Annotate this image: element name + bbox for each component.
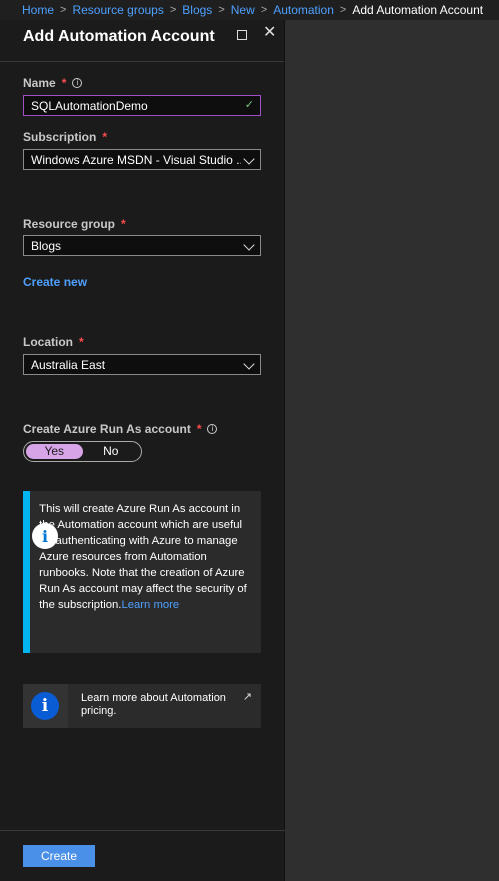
- location-label: Location *: [23, 335, 84, 349]
- required-mark: *: [79, 335, 84, 349]
- breadcrumb-home[interactable]: Home: [22, 3, 54, 17]
- breadcrumb-automation[interactable]: Automation: [273, 3, 334, 17]
- name-input[interactable]: SQLAutomationDemo ✓: [23, 95, 261, 116]
- pricing-strip: i: [23, 684, 68, 728]
- info-text: This will create Azure Run As account in…: [39, 503, 247, 611]
- subscription-label: Subscription *: [23, 130, 108, 144]
- run-as-toggle: Yes No: [23, 441, 142, 462]
- chevron-right-icon: >: [60, 4, 67, 16]
- resource-group-value: Blogs: [31, 239, 62, 253]
- external-link-icon: ↗: [242, 691, 252, 703]
- learn-more-link[interactable]: Learn more: [121, 599, 179, 611]
- info-icon: i: [32, 523, 58, 549]
- required-mark: *: [121, 217, 126, 231]
- add-automation-account-blade: Add Automation Account ✕ Name * i SQLAut…: [0, 20, 285, 881]
- blade-header: Add Automation Account ✕: [0, 20, 284, 62]
- breadcrumb-new[interactable]: New: [231, 3, 255, 17]
- required-mark: *: [61, 76, 67, 90]
- blade-footer: Create: [0, 830, 285, 881]
- chevron-down-icon: [243, 239, 255, 251]
- chevron-right-icon: >: [218, 4, 225, 16]
- required-mark: *: [196, 422, 202, 436]
- breadcrumb: Home > Resource groups > Blogs > New > A…: [0, 0, 499, 20]
- chevron-right-icon: >: [260, 4, 268, 16]
- location-dropdown[interactable]: Australia East: [23, 354, 261, 375]
- location-value: Australia East: [31, 358, 106, 372]
- breadcrumb-current: Add Automation Account: [352, 3, 484, 17]
- name-input-value: SQLAutomationDemo: [31, 99, 148, 113]
- info-icon[interactable]: i: [207, 424, 218, 434]
- create-new-link[interactable]: Create new: [23, 275, 87, 289]
- chevron-right-icon: >: [339, 4, 347, 16]
- required-mark: *: [102, 130, 108, 144]
- blade-title: Add Automation Account: [23, 28, 215, 45]
- subscription-value: Windows Azure MSDN - Visual Studio ...: [31, 153, 241, 167]
- subscription-dropdown[interactable]: Windows Azure MSDN - Visual Studio ...: [23, 149, 261, 170]
- check-icon: ✓: [244, 99, 254, 111]
- info-strip: i: [23, 491, 58, 653]
- run-as-info-box: i This will create Azure Run As account …: [23, 491, 261, 653]
- name-label: Name * i: [23, 76, 83, 90]
- chevron-down-icon: [243, 153, 255, 165]
- run-as-no-option[interactable]: No: [83, 444, 140, 459]
- resource-group-label: Resource group *: [23, 217, 126, 231]
- create-button[interactable]: Create: [23, 845, 95, 867]
- close-icon[interactable]: ✕: [263, 25, 277, 41]
- chevron-down-icon: [243, 358, 255, 370]
- run-as-label: Create Azure Run As account * i: [23, 422, 218, 436]
- maximize-icon[interactable]: [237, 30, 247, 40]
- info-icon: i: [31, 692, 59, 720]
- info-icon[interactable]: i: [72, 78, 83, 88]
- pricing-info-box[interactable]: i Learn more about Automation pricing. ↗: [23, 684, 261, 728]
- resource-group-dropdown[interactable]: Blogs: [23, 235, 261, 256]
- run-as-yes-option[interactable]: Yes: [26, 444, 83, 459]
- breadcrumb-blogs[interactable]: Blogs: [182, 3, 212, 17]
- breadcrumb-resource-groups[interactable]: Resource groups: [72, 3, 163, 17]
- chevron-right-icon: >: [169, 4, 177, 16]
- pricing-text: Learn more about Automation pricing.: [81, 692, 226, 717]
